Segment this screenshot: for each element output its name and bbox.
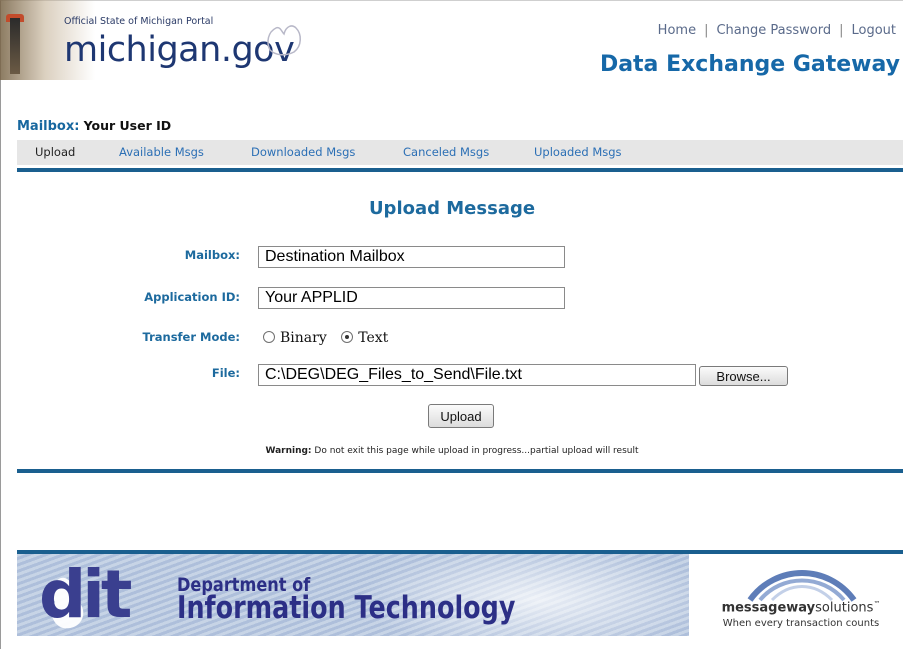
messageway-name-rest: solutions bbox=[815, 600, 874, 616]
dit-letters: dit bbox=[39, 556, 132, 633]
nav-separator: | bbox=[839, 23, 844, 38]
change-password-link[interactable]: Change Password bbox=[716, 23, 831, 38]
warning-text: Do not exit this page while upload in pr… bbox=[311, 446, 639, 456]
text-radio[interactable] bbox=[341, 331, 354, 343]
messageway-tagline: When every transaction counts bbox=[722, 618, 880, 629]
warning-label: Warning: bbox=[265, 446, 312, 456]
dit-banner[interactable]: dit Department of Information Technology bbox=[17, 554, 689, 636]
tab-upload[interactable]: Upload bbox=[35, 145, 75, 159]
mailbox-info: Mailbox: Your User ID bbox=[17, 118, 171, 134]
upload-warning: Warning: Do not exit this page while upl… bbox=[0, 446, 904, 456]
michigan-mitten-icon bbox=[267, 25, 301, 56]
tab-bar: Upload Available Msgs Downloaded Msgs Ca… bbox=[17, 140, 903, 165]
mailbox-field-label: Mailbox: bbox=[184, 248, 240, 262]
mailbox-label: Mailbox: bbox=[17, 119, 80, 134]
home-link[interactable]: Home bbox=[658, 23, 696, 38]
transfer-mode-group: Binary Text bbox=[263, 330, 398, 346]
lighthouse-icon bbox=[10, 18, 20, 74]
mailbox-user-id: Your User ID bbox=[83, 118, 172, 133]
tab-uploaded-msgs[interactable]: Uploaded Msgs bbox=[534, 145, 622, 159]
header-divider bbox=[17, 168, 903, 172]
upload-button[interactable]: Upload bbox=[428, 404, 494, 428]
file-path-input[interactable] bbox=[258, 364, 696, 386]
browse-button[interactable]: Browse... bbox=[699, 366, 788, 386]
page-title: Upload Message bbox=[368, 198, 536, 219]
application-id-input[interactable] bbox=[258, 287, 565, 309]
app-title: Data Exchange Gateway bbox=[599, 52, 900, 77]
top-nav: Home | Change Password | Logout bbox=[658, 23, 896, 38]
binary-radio-label[interactable]: Binary bbox=[280, 330, 327, 346]
content-divider bbox=[17, 469, 903, 473]
messageway-name-bold: messageway bbox=[721, 600, 816, 616]
binary-radio[interactable] bbox=[263, 331, 275, 343]
file-label: File: bbox=[211, 366, 240, 380]
application-id-label: Application ID: bbox=[144, 290, 240, 304]
portal-wordmark: michigan.gov bbox=[64, 30, 295, 70]
messageway-name: messagewaysolutions™ bbox=[701, 600, 901, 615]
logout-link[interactable]: Logout bbox=[851, 23, 896, 38]
tab-downloaded-msgs[interactable]: Downloaded Msgs bbox=[251, 145, 355, 159]
messageway-logo[interactable]: messagewaysolutions™ When every transact… bbox=[701, 554, 901, 636]
trademark-mark: ™ bbox=[873, 600, 881, 608]
tab-canceled-msgs[interactable]: Canceled Msgs bbox=[403, 145, 489, 159]
messageway-arc-icon bbox=[747, 570, 857, 602]
portal-caption: Official State of Michigan Portal bbox=[64, 16, 214, 27]
transfer-mode-label: Transfer Mode: bbox=[142, 330, 241, 344]
nav-separator: | bbox=[704, 23, 709, 38]
footer: dit Department of Information Technology… bbox=[17, 550, 903, 636]
information-technology-text: Information Technology bbox=[177, 590, 516, 626]
mailbox-input[interactable] bbox=[258, 246, 565, 268]
michigan-gov-logo[interactable]: Official State of Michigan Portal michig… bbox=[0, 0, 320, 100]
text-radio-label[interactable]: Text bbox=[358, 330, 388, 346]
tab-available-msgs[interactable]: Available Msgs bbox=[119, 145, 204, 159]
